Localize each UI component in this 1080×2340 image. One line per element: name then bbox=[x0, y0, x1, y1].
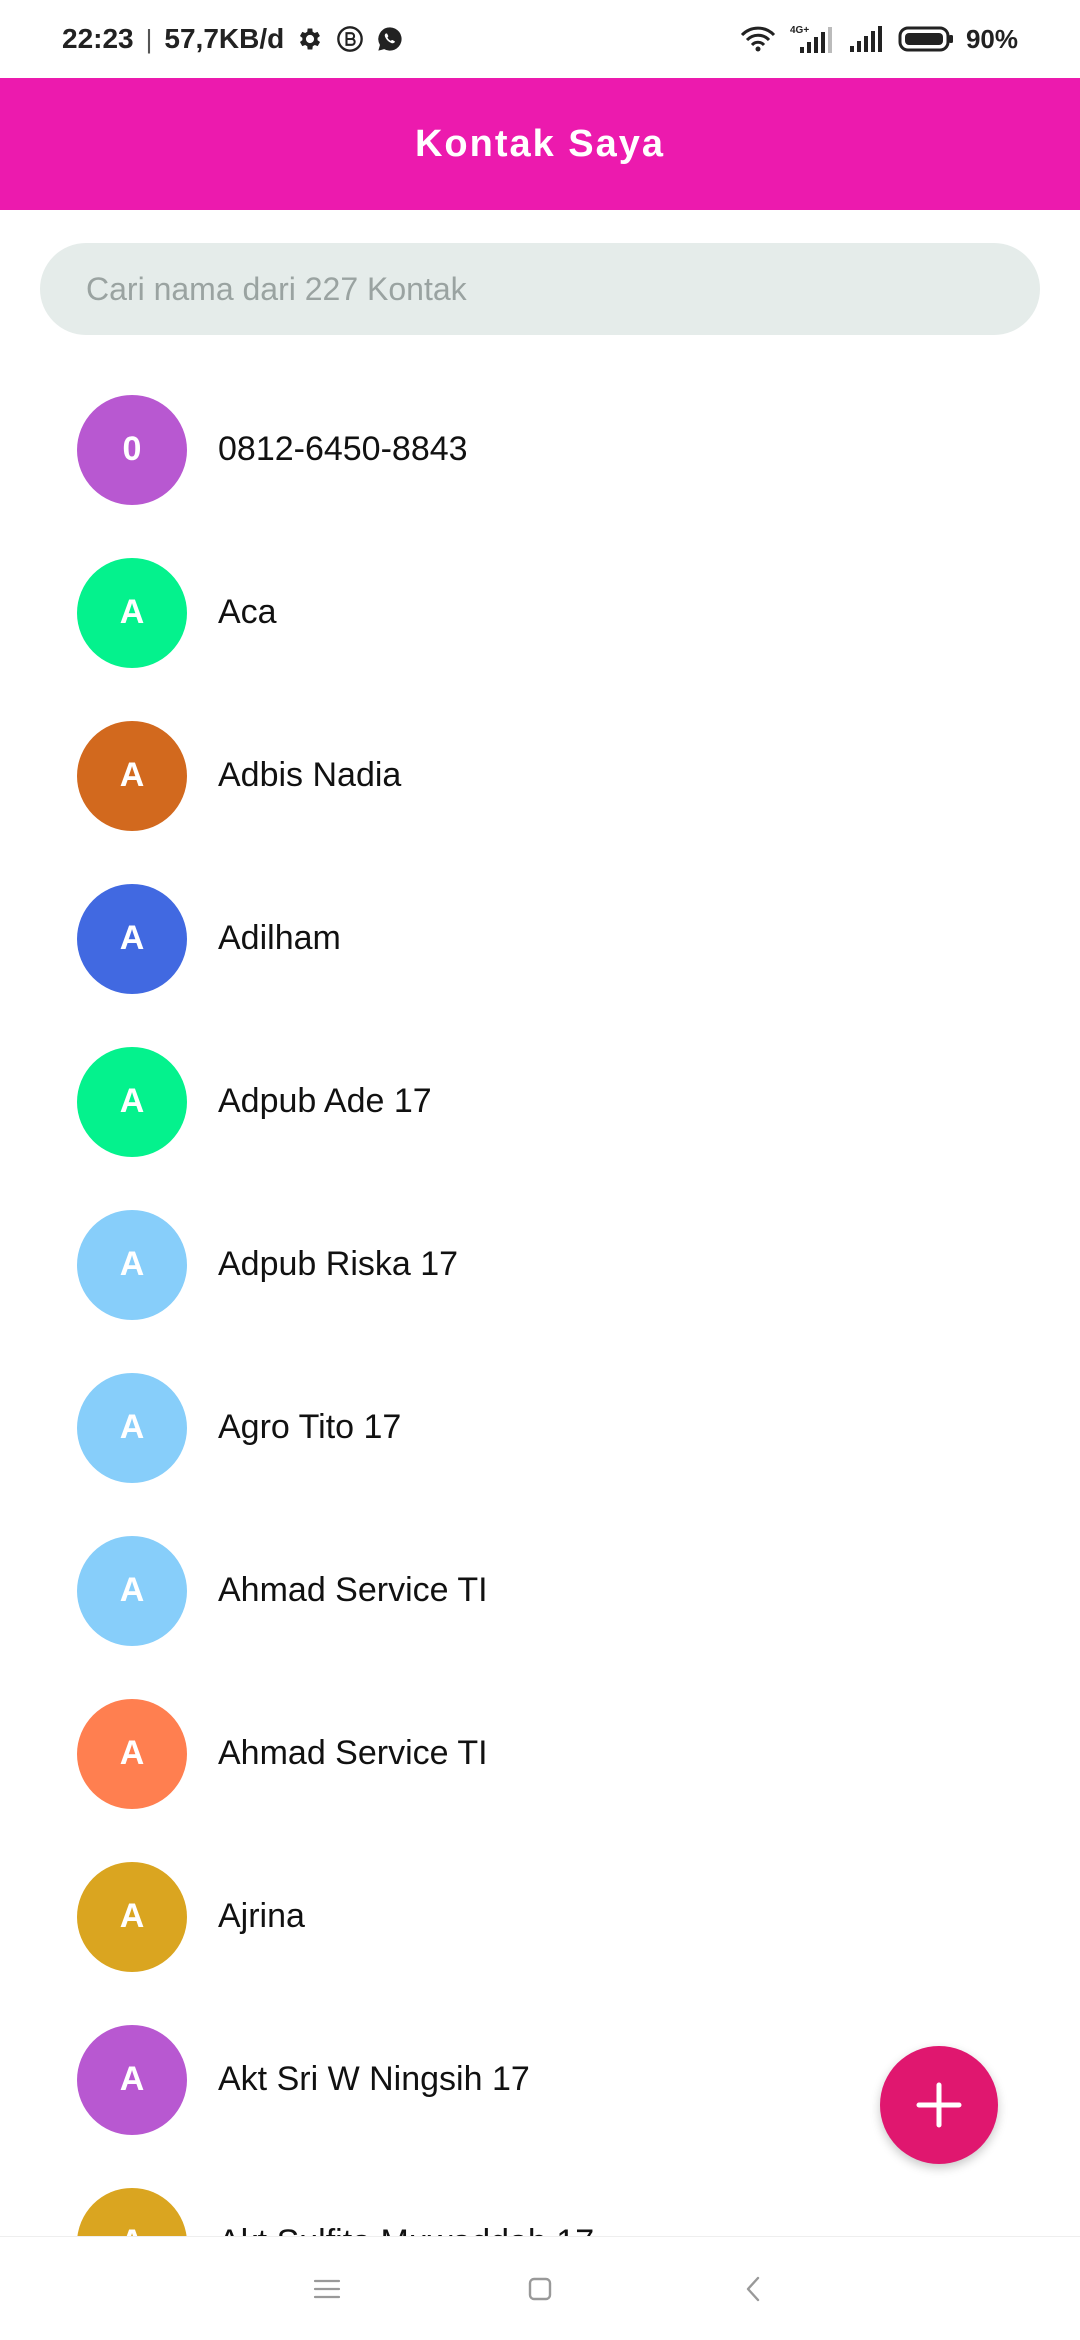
contact-row[interactable]: A Adbis Nadia bbox=[0, 694, 1080, 857]
contact-name: Adbis Nadia bbox=[218, 756, 402, 794]
search-input[interactable] bbox=[84, 269, 996, 309]
b-badge-icon bbox=[336, 25, 364, 53]
contact-row[interactable]: A Ahmad Service TI bbox=[0, 1672, 1080, 1835]
contact-avatar: A bbox=[77, 720, 187, 831]
contact-row[interactable]: A Akt Sulfita Muwaddah 17 bbox=[0, 2161, 1080, 2236]
contact-avatar: A bbox=[77, 883, 187, 994]
signal-icon bbox=[848, 24, 886, 54]
contact-name: Akt Sulfita Muwaddah 17 bbox=[218, 2223, 594, 2236]
contact-name: Ajrina bbox=[218, 1897, 305, 1935]
contact-name: Aca bbox=[218, 593, 277, 631]
contact-avatar: A bbox=[77, 2187, 187, 2236]
status-separator: | bbox=[145, 23, 153, 54]
gear-icon bbox=[296, 25, 324, 53]
contact-row[interactable]: A Aca bbox=[0, 531, 1080, 694]
contact-avatar: A bbox=[77, 1535, 187, 1646]
contact-row[interactable]: A Adpub Ade 17 bbox=[0, 1020, 1080, 1183]
home-square-icon bbox=[528, 2277, 552, 2300]
contact-row[interactable]: A Adpub Riska 17 bbox=[0, 1183, 1080, 1346]
contact-avatar: A bbox=[77, 1698, 187, 1809]
back-chevron-icon bbox=[747, 2276, 760, 2301]
contact-name: Akt Sri W Ningsih 17 bbox=[218, 2060, 530, 2098]
status-right: 4G+ 90% bbox=[738, 23, 1018, 55]
contact-name: Adilham bbox=[218, 919, 341, 957]
menu-icon bbox=[313, 2279, 340, 2298]
svg-text:4G+: 4G+ bbox=[790, 25, 809, 36]
contact-avatar: A bbox=[77, 2024, 187, 2135]
plus-icon bbox=[916, 2082, 962, 2128]
navigation-bar bbox=[0, 2236, 1080, 2340]
contact-list: 0 0812-6450-8843 A Aca A Adbis Nadia A Adilham A… bbox=[0, 368, 1080, 2236]
contact-avatar: 0 bbox=[77, 394, 187, 505]
wifi-icon bbox=[738, 25, 778, 53]
contact-row[interactable]: A Ahmad Service TI bbox=[0, 1509, 1080, 1672]
search-box[interactable] bbox=[40, 243, 1040, 335]
contact-avatar: A bbox=[77, 1046, 187, 1157]
home-button[interactable] bbox=[500, 2249, 580, 2329]
add-contact-button[interactable] bbox=[880, 2046, 998, 2164]
battery-percent: 90% bbox=[965, 23, 1018, 54]
contact-name: Ahmad Service TI bbox=[218, 1734, 488, 1772]
status-time: 22:23 bbox=[62, 23, 134, 54]
app-bar: Kontak Saya bbox=[0, 78, 1080, 210]
status-bar: 22:23 | 57,7KB/d 4G+ 90% bbox=[0, 0, 1080, 78]
contact-row[interactable]: A Agro Tito 17 bbox=[0, 1346, 1080, 1509]
contact-avatar: A bbox=[77, 557, 187, 668]
contact-avatar: A bbox=[77, 1209, 187, 1320]
contact-row[interactable]: A Ajrina bbox=[0, 1835, 1080, 1998]
network-speed: 57,7KB/d bbox=[164, 23, 285, 54]
back-button[interactable] bbox=[713, 2249, 793, 2329]
contact-name: 0812-6450-8843 bbox=[218, 430, 468, 468]
contact-name: Agro Tito 17 bbox=[218, 1408, 402, 1446]
contact-avatar: A bbox=[77, 1372, 187, 1483]
contact-name: Adpub Riska 17 bbox=[218, 1245, 459, 1283]
battery-icon bbox=[898, 25, 954, 53]
contacts-screen: 22:23 | 57,7KB/d 4G+ 90% Kontak Saya Car… bbox=[0, 0, 1080, 2340]
page-title: Kontak Saya bbox=[414, 122, 666, 165]
contact-avatar: A bbox=[77, 1861, 187, 1972]
contact-name: Ahmad Service TI bbox=[218, 1571, 488, 1609]
status-left: 22:23 | 57,7KB/d bbox=[62, 23, 404, 55]
whatsapp-icon bbox=[376, 25, 404, 53]
menu-button[interactable] bbox=[287, 2249, 367, 2329]
signal-icon-4g: 4G+ bbox=[790, 23, 836, 55]
contact-name: Adpub Ade 17 bbox=[218, 1082, 432, 1120]
contact-row[interactable]: 0 0812-6450-8843 bbox=[0, 368, 1080, 531]
contact-row[interactable]: A Adilham bbox=[0, 857, 1080, 1020]
